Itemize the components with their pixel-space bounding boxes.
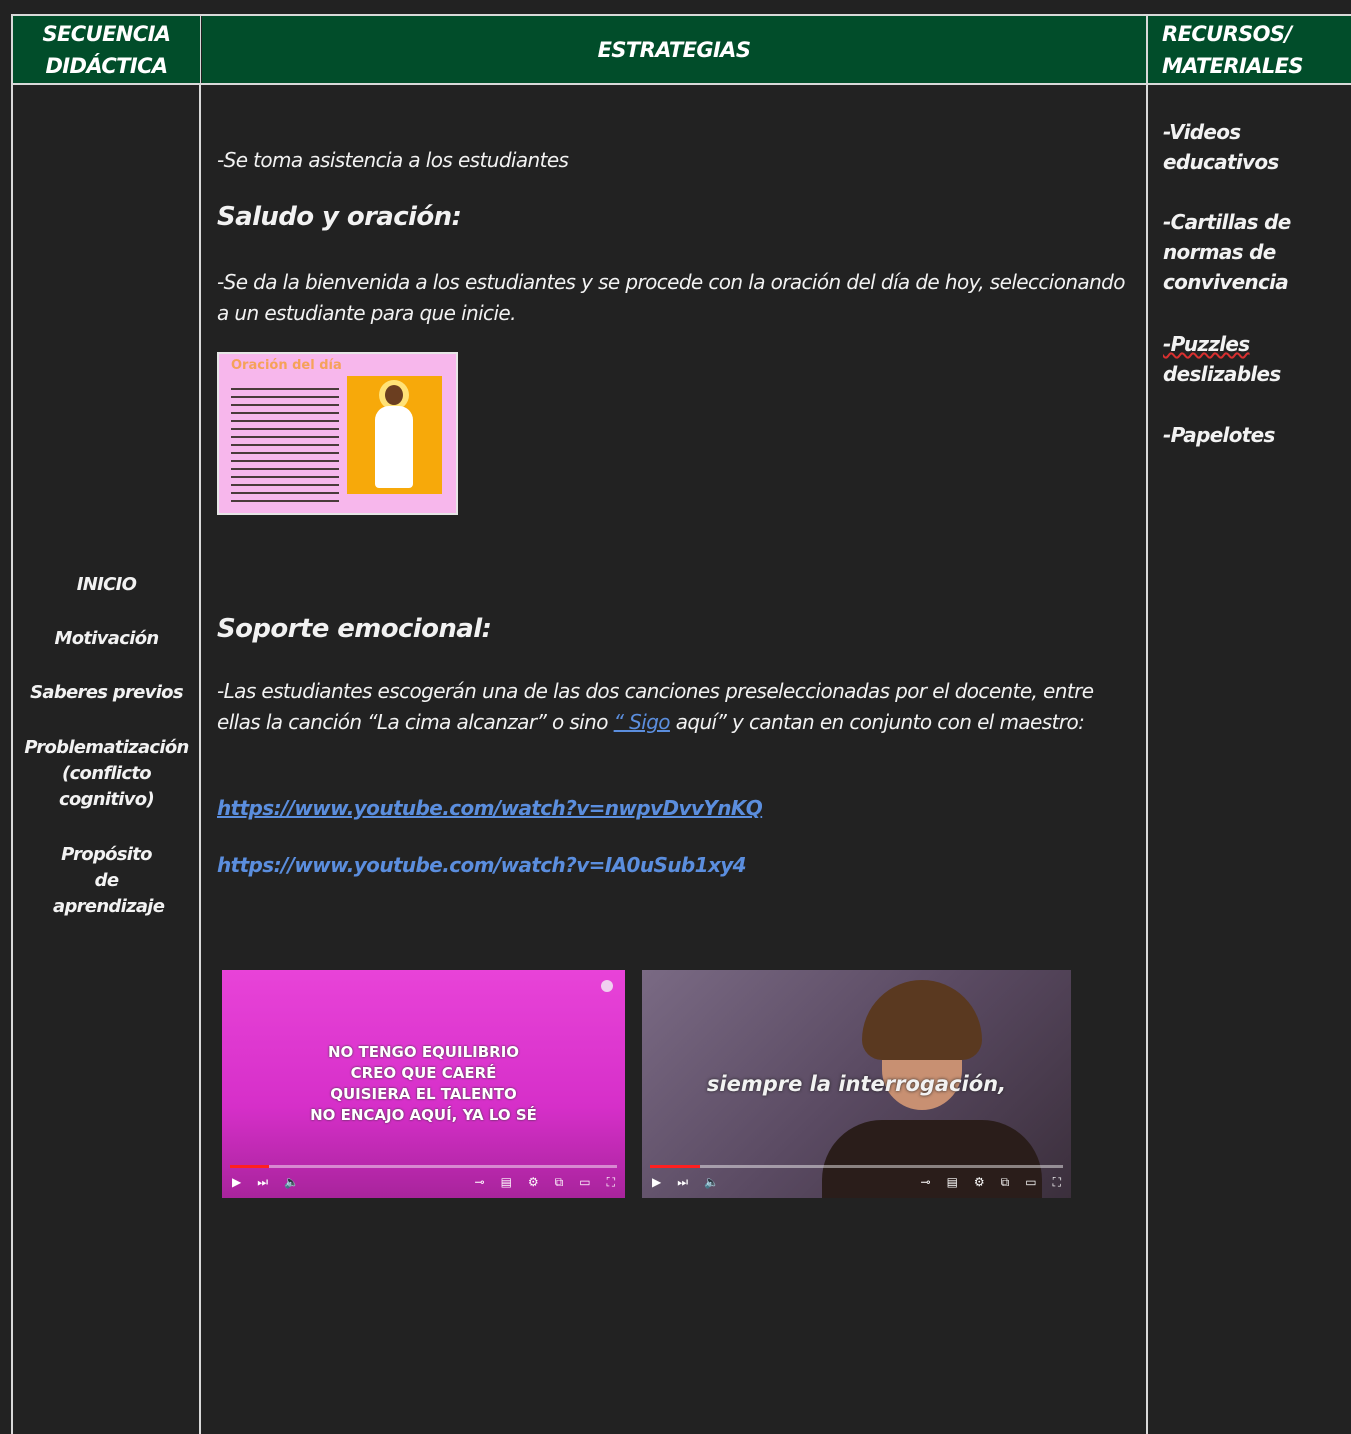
volume-icon[interactable]: 🔈 [284, 1175, 299, 1189]
caption-line: NO TENGO EQUILIBRIO [327, 1043, 520, 1061]
sequence-problematizacion: Problematización (conflicto cognitivo) [24, 737, 189, 810]
header-recursos-materiales: RECURSOS/ MATERIALES [1148, 16, 1351, 83]
soporte-emocional-heading: Soporte emocional: [217, 614, 492, 644]
settings-icon[interactable]: ⚙ [528, 1175, 539, 1189]
fullscreen-icon[interactable]: ⛶ [607, 1175, 615, 1190]
subtitles-icon[interactable]: ▤ [501, 1175, 512, 1189]
resource-videos: -Videos educativos [1163, 120, 1279, 174]
video-caption: NO TENGO EQUILIBRIO CREO QUE CAERÉ QUISI… [222, 1042, 625, 1126]
jesus-illustration [347, 376, 442, 494]
caption-line: CREO QUE CAERÉ [350, 1064, 497, 1082]
caption-line: QUISIERA EL TALENTO [330, 1085, 517, 1103]
next-icon[interactable]: ⏭ [257, 1175, 268, 1190]
video-controls: ▶ ⏭ 🔈 ⊸ ▤ ⚙ ⧉ ▭ ⛶ [232, 1172, 615, 1192]
resource-puzzles: -Puzzles deslizables [1163, 329, 1343, 389]
resource-puzzles-word: -Puzzles [1163, 332, 1250, 356]
soporte-emocional-text: -Las estudiantes escogerán una de las do… [217, 676, 1127, 738]
header-secuencia-didactica: SECUENCIA DIDÁCTICA [13, 16, 200, 83]
fullscreen-icon[interactable]: ⛶ [1053, 1175, 1061, 1190]
header-label: SECUENCIA DIDÁCTICA [42, 21, 172, 78]
video-controls: ▶ ⏭ 🔈 ⊸ ▤ ⚙ ⧉ ▭ ⛶ [652, 1172, 1061, 1192]
youtube-link-1[interactable]: https://www.youtube.com/watch?v=nwpvDvvY… [217, 796, 763, 820]
autoplay-icon[interactable]: ⊸ [921, 1175, 931, 1189]
song-link-sigo[interactable]: “ Sigo [614, 710, 671, 734]
prayer-image-title: Oración del día [231, 358, 342, 373]
volume-icon[interactable]: 🔈 [704, 1175, 719, 1189]
miniplayer-icon[interactable]: ⧉ [555, 1175, 564, 1190]
soporte-text-part: aquí” y cantan en conjunto con el maestr… [669, 710, 1085, 734]
saludo-text: -Se da la bienvenida a los estudiantes y… [217, 270, 1126, 325]
header-label: RECURSOS/ MATERIALES [1162, 21, 1304, 78]
sequence-motivacion: Motivación [54, 628, 160, 649]
prayer-image: Oración del día [217, 352, 458, 515]
resource-cartillas: -Cartillas de normas de convivencia [1163, 210, 1291, 294]
sequence-saberes-previos: Saberes previos [30, 682, 183, 703]
video-progress-bar[interactable] [650, 1165, 1063, 1168]
saludo-heading: Saludo y oración: [217, 202, 462, 232]
sequence-proposito: Propósito de aprendizaje [53, 844, 165, 917]
column-divider [199, 14, 201, 1434]
resource-papelotes: -Papelotes [1163, 423, 1275, 447]
video-progress-bar[interactable] [230, 1165, 617, 1168]
attendance-text: -Se toma asistencia a los estudiantes [217, 148, 569, 172]
prayer-text-lines [231, 388, 339, 508]
info-icon [601, 980, 613, 992]
play-icon[interactable]: ▶ [232, 1175, 241, 1189]
header-estrategias: ESTRATEGIAS [202, 16, 1146, 83]
video-caption: siempre la interrogación, [706, 1072, 1007, 1096]
play-icon[interactable]: ▶ [652, 1175, 661, 1189]
header-divider [11, 83, 1351, 85]
subtitles-icon[interactable]: ▤ [947, 1175, 958, 1189]
youtube-link-2[interactable]: https://www.youtube.com/watch?v=IA0uSub1… [217, 853, 747, 877]
column-divider [1146, 14, 1148, 1434]
theater-icon[interactable]: ▭ [579, 1175, 590, 1189]
sequence-inicio: INICIO [76, 574, 137, 595]
miniplayer-icon[interactable]: ⧉ [1001, 1175, 1010, 1190]
autoplay-icon[interactable]: ⊸ [475, 1175, 485, 1189]
theater-icon[interactable]: ▭ [1025, 1175, 1036, 1189]
video-thumbnail-sigo-aqui[interactable]: siempre la interrogación, ▶ ⏭ 🔈 ⊸ ▤ ⚙ ⧉ … [642, 970, 1071, 1198]
video-thumbnail-la-cima[interactable]: NO TENGO EQUILIBRIO CREO QUE CAERÉ QUISI… [222, 970, 625, 1198]
next-icon[interactable]: ⏭ [677, 1175, 688, 1190]
settings-icon[interactable]: ⚙ [974, 1175, 985, 1189]
caption-line: NO ENCAJO AQUÍ, YA LO SÉ [310, 1106, 537, 1124]
resource-puzzles-rest: deslizables [1163, 362, 1281, 386]
header-label: ESTRATEGIAS [597, 37, 751, 62]
